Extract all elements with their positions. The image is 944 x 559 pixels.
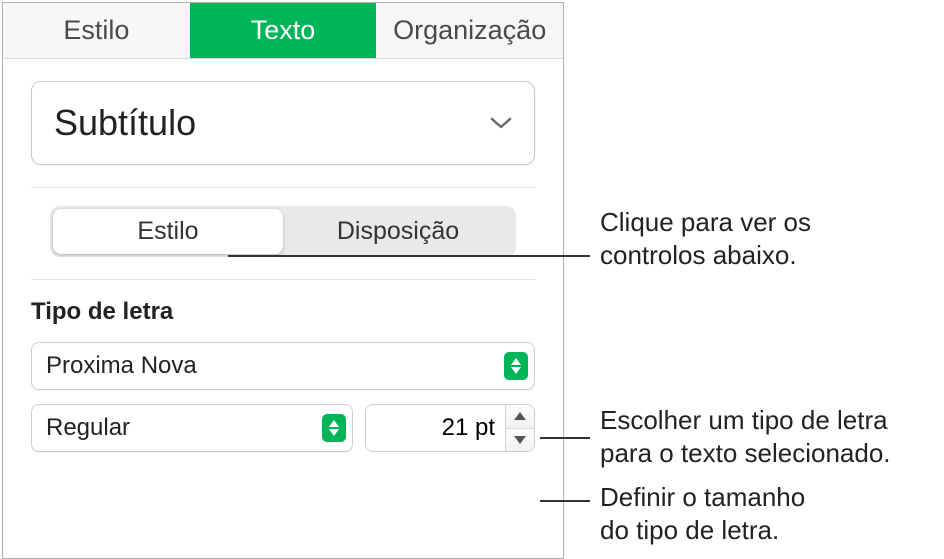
callout-sub-tab: Clique para ver os controlos abaixo. xyxy=(600,206,811,271)
font-size-step-up[interactable] xyxy=(506,405,534,429)
popup-arrows-icon xyxy=(504,352,528,380)
divider xyxy=(31,279,535,280)
callout-font-size: Definir o tamanho do tipo de letra. xyxy=(600,481,805,546)
callout-leader-line xyxy=(540,500,590,502)
font-size-value: 21 pt xyxy=(442,414,495,442)
inspector-tabs: Estilo Texto Organização xyxy=(3,3,563,59)
font-size-input[interactable]: 21 pt xyxy=(365,404,505,452)
paragraph-style-dropdown[interactable]: Subtítulo xyxy=(31,81,535,165)
font-style-popup[interactable]: Regular xyxy=(31,404,353,452)
text-sub-tabs: Estilo Disposição xyxy=(50,206,516,257)
font-style-value: Regular xyxy=(46,414,130,442)
tab-text[interactable]: Texto xyxy=(190,3,377,58)
chevron-down-icon xyxy=(490,116,512,130)
callout-font-family: Escolher um tipo de letra para o texto s… xyxy=(600,404,891,469)
callout-leader-line xyxy=(228,255,590,257)
tab-style[interactable]: Estilo xyxy=(3,3,190,58)
font-family-value: Proxima Nova xyxy=(46,352,197,380)
chevron-up-icon xyxy=(514,412,526,420)
paragraph-style-value: Subtítulo xyxy=(54,102,196,144)
chevron-down-icon xyxy=(514,436,526,444)
format-inspector-panel: Estilo Texto Organização Subtítulo Estil… xyxy=(2,2,564,559)
callout-leader-line xyxy=(540,437,590,439)
font-size-stepper xyxy=(505,404,535,452)
tab-arrange[interactable]: Organização xyxy=(376,3,563,58)
font-size-step-down[interactable] xyxy=(506,429,534,452)
popup-arrows-icon xyxy=(322,414,346,442)
sub-tab-style[interactable]: Estilo xyxy=(53,209,283,254)
sub-tab-layout[interactable]: Disposição xyxy=(283,209,513,254)
font-family-popup[interactable]: Proxima Nova xyxy=(31,342,535,390)
font-size-group: 21 pt xyxy=(365,404,535,452)
font-section-label: Tipo de letra xyxy=(31,298,535,326)
divider xyxy=(31,187,535,188)
